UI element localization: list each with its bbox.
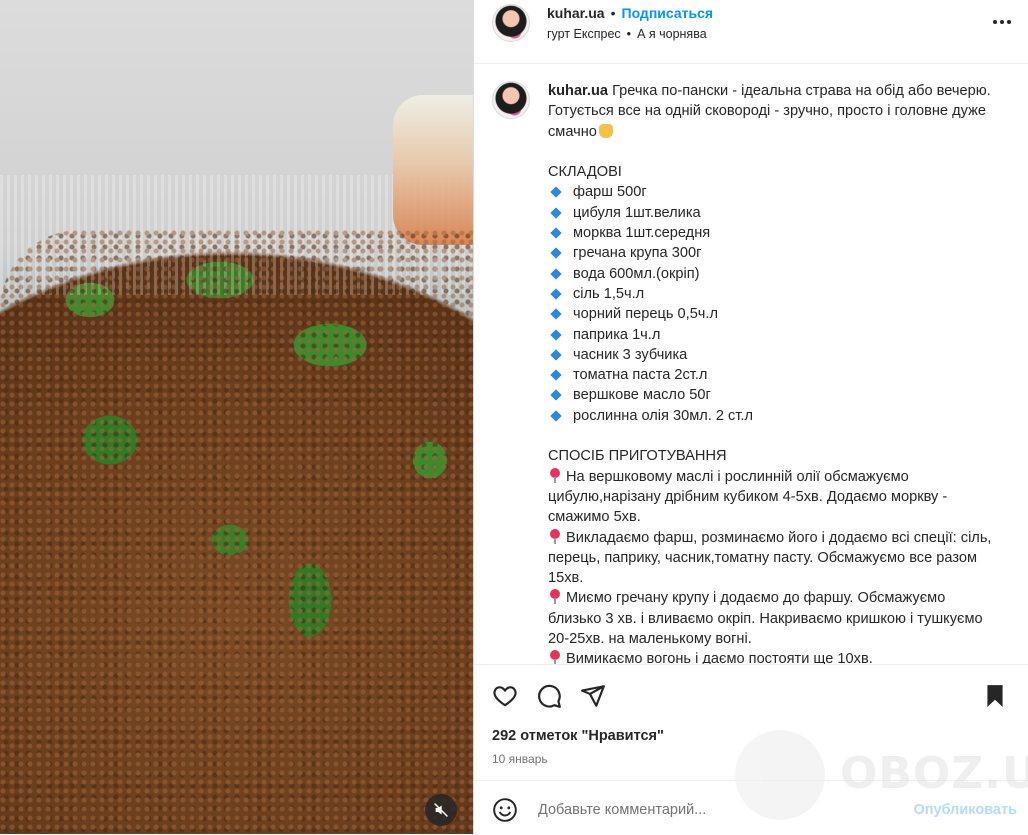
ingredient-item: паприка 1ч.л bbox=[548, 325, 998, 345]
caption-avatar[interactable] bbox=[492, 81, 530, 119]
buckwheat-dish bbox=[0, 230, 473, 834]
bookmark-icon[interactable] bbox=[982, 683, 1008, 709]
post-video[interactable] bbox=[0, 0, 473, 834]
ingredient-item: чорний перець 0,5ч.л bbox=[548, 304, 998, 324]
post-actions: 292 отметок "Нравится" 10 январь bbox=[474, 664, 1028, 773]
round-pushpin-icon bbox=[548, 650, 562, 664]
username-link[interactable]: kuhar.ua bbox=[547, 5, 605, 21]
method-step: На вершковому маслі і рослинній олії обс… bbox=[548, 467, 948, 526]
caption-intro-paragraph: kuhar.ua Гречка по-пански - ідеальна стр… bbox=[548, 81, 998, 142]
blue-diamond-icon bbox=[550, 288, 562, 300]
ingredient-item: сіль 1,5ч.л bbox=[548, 284, 998, 304]
blue-diamond-icon bbox=[550, 410, 562, 422]
share-icon[interactable] bbox=[580, 683, 606, 709]
blue-diamond-icon bbox=[550, 389, 562, 402]
blue-diamond-icon bbox=[550, 328, 562, 341]
caption-intro: Гречка по-пански - ідеальна страва на об… bbox=[548, 83, 991, 140]
post-date[interactable]: 10 январь bbox=[492, 752, 548, 766]
method-step: Вимикаємо вогонь і даємо постояти ще 10х… bbox=[548, 649, 998, 664]
victory-hand-emoji-icon bbox=[598, 123, 613, 138]
emoji-icon[interactable] bbox=[492, 797, 518, 823]
blue-diamond-icon bbox=[550, 247, 562, 260]
ingredients-list: фарш 500г цибуля 1шт.велика морква 1шт.с… bbox=[548, 182, 998, 426]
ingredients-title: СКЛАДОВІ bbox=[548, 164, 622, 181]
follow-button[interactable]: Подписаться bbox=[622, 5, 714, 21]
ingredient-item: вода 600мл.(окріп) bbox=[548, 264, 998, 284]
round-pushpin-icon bbox=[548, 589, 562, 605]
method-title: СПОСІБ ПРИГОТУВАННЯ bbox=[548, 448, 727, 465]
blue-diamond-icon bbox=[550, 227, 562, 239]
post-caption: kuhar.ua Гречка по-пански - ідеальна стр… bbox=[548, 81, 998, 664]
publish-button[interactable]: Опубликовать bbox=[913, 802, 1017, 818]
audio-separator: • bbox=[626, 27, 632, 41]
caption-scroll-area[interactable]: kuhar.ua Гречка по-пански - ідеальна стр… bbox=[474, 64, 1028, 664]
method-step: Викладаємо фарш, розминаємо його і додає… bbox=[548, 528, 992, 587]
blue-diamond-icon bbox=[550, 207, 562, 219]
ingredient-item: фарш 500г bbox=[548, 182, 998, 202]
method-step: Миємо гречану крупу і додаємо до фаршу. … bbox=[548, 589, 983, 648]
avatar[interactable] bbox=[492, 4, 530, 42]
caption-username-link[interactable]: kuhar.ua bbox=[548, 83, 608, 99]
blue-diamond-icon bbox=[550, 369, 562, 381]
ingredient-item: вершкове масло 50г bbox=[548, 385, 998, 405]
ingredient-item: часник 3 зубчика bbox=[548, 345, 998, 365]
post-header: kuhar.ua • Подписаться гурт Експрес • А я чо… bbox=[474, 0, 1028, 64]
salad-bowl-background bbox=[393, 95, 473, 245]
heart-icon[interactable] bbox=[492, 683, 518, 709]
method-steps: На вершковому маслі і рослинній олії обс… bbox=[548, 467, 998, 664]
blue-diamond-icon bbox=[550, 308, 562, 320]
comment-bar: Опубликовать bbox=[474, 780, 1028, 835]
ingredient-item: гречана крупа 300г bbox=[548, 243, 998, 263]
round-pushpin-icon bbox=[548, 467, 562, 483]
audio-track[interactable]: А я чорнява bbox=[637, 27, 707, 41]
speaker-muted-icon bbox=[434, 803, 448, 817]
likes-count[interactable]: 292 отметок "Нравится" bbox=[492, 728, 664, 744]
more-options-icon[interactable] bbox=[990, 10, 1014, 34]
header-user-line: kuhar.ua • Подписаться bbox=[547, 4, 713, 22]
mute-button[interactable] bbox=[425, 794, 457, 826]
ingredient-item: морква 1шт.середня bbox=[548, 223, 998, 243]
audio-artist[interactable]: гурт Експрес bbox=[547, 27, 621, 41]
blue-diamond-icon bbox=[550, 349, 562, 361]
ingredient-item: цибуля 1шт.велика bbox=[548, 203, 998, 223]
post-side-panel: kuhar.ua • Подписаться гурт Експрес • А я чо… bbox=[473, 0, 1028, 834]
blue-diamond-icon bbox=[550, 268, 562, 280]
blue-diamond-icon bbox=[550, 186, 562, 199]
round-pushpin-icon bbox=[548, 528, 562, 544]
instagram-post-view: kuhar.ua • Подписаться гурт Експрес • А я чо… bbox=[0, 0, 1028, 834]
ingredient-item: томатна паста 2ст.л bbox=[548, 365, 998, 385]
ingredient-item: рослинна олія 30мл. 2 ст.л bbox=[548, 406, 998, 426]
audio-line[interactable]: гурт Експрес • А я чорнява bbox=[547, 26, 707, 42]
comment-icon[interactable] bbox=[536, 683, 562, 709]
comment-input[interactable] bbox=[536, 796, 900, 824]
separator-dot: • bbox=[610, 5, 616, 21]
